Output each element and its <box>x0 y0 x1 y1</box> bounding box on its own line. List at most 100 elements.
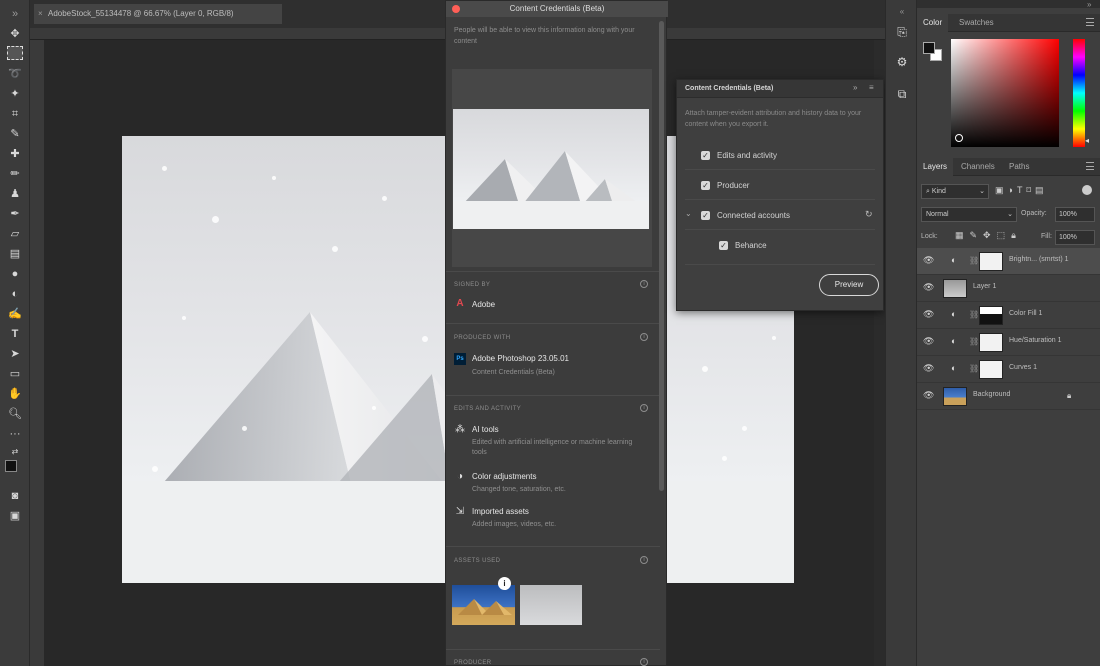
foreground-color-swatch[interactable] <box>5 460 17 472</box>
asset-info-icon[interactable]: i <box>498 577 511 590</box>
gradient-tool-icon[interactable]: ▤ <box>6 246 24 262</box>
blur-tool-icon[interactable]: ● <box>6 266 24 282</box>
document-tab[interactable]: × AdobeStock_55134478 @ 66.67% (Layer 0,… <box>34 4 282 24</box>
imported-assets-icon: ⇲ <box>455 506 465 517</box>
panel-menu-icon[interactable]: ≡ <box>869 83 874 92</box>
panel-menu-icon[interactable] <box>1086 162 1094 170</box>
snowflake <box>332 246 338 252</box>
behance-checkbox[interactable]: ✓ <box>719 241 728 250</box>
chevron-down-icon[interactable]: ⌄ <box>685 209 692 218</box>
tab-swatches[interactable]: Swatches <box>953 14 1000 32</box>
content-credentials-icon[interactable]: ⎘ <box>894 24 910 40</box>
edit-item-title: Imported assets <box>472 507 529 516</box>
visibility-eye-icon[interactable]: 👁︎ <box>923 363 934 374</box>
photoshop-app-icon: Ps <box>454 353 466 365</box>
history-brush-tool-icon[interactable]: ✒ <box>6 206 24 222</box>
connected-accounts-checkbox[interactable]: ✓ <box>701 211 710 220</box>
layer-mask-thumbnail <box>979 306 1003 325</box>
layer-filter-icons[interactable]: ▣◑T⌑▤ <box>995 185 1048 196</box>
layer-row[interactable]: 👁︎ Background 🔒︎ <box>917 383 1100 410</box>
hand-tool-icon[interactable]: ✋ <box>6 386 24 402</box>
clone-stamp-tool-icon[interactable]: ♟ <box>6 186 24 202</box>
visibility-eye-icon[interactable]: 👁︎ <box>923 390 934 401</box>
screen-mode-icon[interactable]: ▣ <box>6 508 24 524</box>
flyout-header[interactable]: Content Credentials (Beta) » ≡ <box>677 80 883 98</box>
marquee-tool-icon[interactable] <box>7 46 23 60</box>
collapse-icon[interactable]: » <box>853 83 857 92</box>
type-tool-icon[interactable]: T <box>6 326 24 342</box>
asset-thumbnail-pyramids[interactable] <box>452 585 515 625</box>
hue-slider-handle[interactable]: ◂ <box>1085 136 1089 145</box>
layer-row[interactable]: 👁︎ Layer 1 <box>917 275 1100 302</box>
quick-mask-icon[interactable]: ◙ <box>6 488 24 504</box>
edits-checkbox[interactable]: ✓ <box>701 151 710 160</box>
layer-mask-thumbnail <box>979 252 1003 271</box>
dodge-tool-icon[interactable]: ◐ <box>6 286 24 302</box>
producer-label: PRODUCER <box>454 660 492 666</box>
fill-field[interactable]: 100% <box>1055 230 1095 245</box>
visibility-eye-icon[interactable]: 👁︎ <box>923 336 934 347</box>
zoom-tool-icon[interactable]: 🔍︎ <box>6 406 24 422</box>
panel-title-bar[interactable]: Content Credentials (Beta) <box>446 1 668 17</box>
rectangle-tool-icon[interactable]: ▭ <box>6 366 24 382</box>
tab-channels[interactable]: Channels <box>955 158 1001 176</box>
panel-scrollbar[interactable] <box>659 21 664 491</box>
more-tools-icon[interactable]: ··· <box>6 426 24 442</box>
toolbar-collapse-icon[interactable]: » <box>6 6 24 22</box>
color-picker-field[interactable] <box>951 39 1059 147</box>
tab-paths[interactable]: Paths <box>1003 158 1035 176</box>
edit-item-sub: Changed tone, saturation, etc. <box>472 486 566 493</box>
info-icon[interactable]: i <box>640 556 648 564</box>
layer-row[interactable]: 👁︎ ◐ ⛓ Curves 1 <box>917 356 1100 383</box>
collapse-icon[interactable]: » <box>1087 0 1091 9</box>
content-preview-thumbnail <box>453 109 649 229</box>
collapse-icon[interactable]: « <box>894 4 910 20</box>
tab-layers[interactable]: Layers <box>917 158 954 176</box>
refresh-icon[interactable]: ↻ <box>865 209 873 220</box>
info-icon[interactable]: i <box>640 404 648 412</box>
visibility-eye-icon[interactable]: 👁︎ <box>923 309 934 320</box>
lasso-tool-icon[interactable]: ➰ <box>6 66 24 82</box>
tab-color[interactable]: Color <box>917 14 949 32</box>
color-picker-handle[interactable] <box>955 134 963 142</box>
layer-row[interactable]: 👁︎ ◐ ⛓ Brightn... (smrtst) 1 <box>917 248 1100 275</box>
swap-colors-icon[interactable]: ⇄ <box>6 444 24 460</box>
libraries-icon[interactable]: ⧉ <box>894 86 910 102</box>
healing-brush-tool-icon[interactable]: ✚ <box>6 146 24 162</box>
adjustments-icon[interactable]: ⚙ <box>894 54 910 70</box>
hue-slider[interactable] <box>1073 39 1085 147</box>
eraser-tool-icon[interactable]: ▱ <box>6 226 24 242</box>
brush-tool-icon[interactable]: ✏ <box>6 166 24 182</box>
lock-label: Lock: <box>921 233 938 240</box>
panel-menu-icon[interactable] <box>1086 18 1094 26</box>
layer-name: Background <box>973 391 1011 398</box>
asset-thumbnail-snow[interactable] <box>520 585 582 625</box>
produced-with-sub: Content Credentials (Beta) <box>472 369 555 376</box>
crop-tool-icon[interactable]: ⌗ <box>6 106 24 122</box>
pen-tool-icon[interactable]: ✍ <box>6 306 24 322</box>
path-selection-tool-icon[interactable]: ➤ <box>6 346 24 362</box>
visibility-eye-icon[interactable]: 👁︎ <box>923 282 934 293</box>
visibility-eye-icon[interactable]: 👁︎ <box>923 255 934 266</box>
producer-checkbox[interactable]: ✓ <box>701 181 710 190</box>
info-icon[interactable]: i <box>640 333 648 341</box>
info-icon[interactable]: i <box>640 280 648 288</box>
lock-icons[interactable]: ▦✎✥⬚🔒︎ <box>955 230 1022 241</box>
layer-filter-select[interactable]: ⌕ Kind ⌄ <box>921 184 989 199</box>
move-tool-icon[interactable]: ✥ <box>6 26 24 42</box>
blend-mode-select[interactable]: Normal ⌄ <box>921 207 1017 222</box>
preview-button[interactable]: Preview <box>819 274 879 296</box>
layer-row[interactable]: 👁︎ ◐ ⛓ Color Fill 1 <box>917 302 1100 329</box>
close-panel-icon[interactable] <box>452 5 460 13</box>
opacity-field[interactable]: 100% <box>1055 207 1095 222</box>
panel-title: Content Credentials (Beta) <box>509 4 605 13</box>
eyedropper-tool-icon[interactable]: ✎ <box>6 126 24 142</box>
option-label: Producer <box>717 181 750 190</box>
foreground-color-swatch[interactable] <box>923 42 935 54</box>
magic-wand-tool-icon[interactable]: ✦ <box>6 86 24 102</box>
snowflake <box>152 466 158 472</box>
layer-row[interactable]: 👁︎ ◐ ⛓ Hue/Saturation 1 <box>917 329 1100 356</box>
info-icon[interactable]: i <box>640 658 648 666</box>
filter-toggle-icon[interactable] <box>1082 185 1092 195</box>
close-tab-icon[interactable]: × <box>38 4 43 24</box>
